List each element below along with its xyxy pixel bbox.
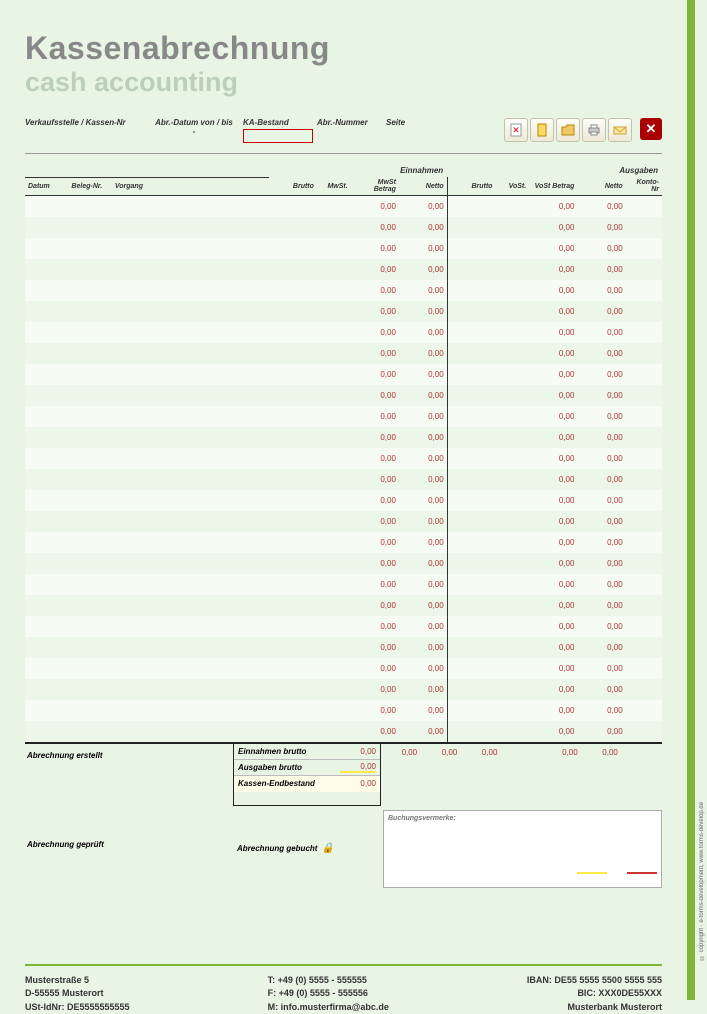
footer-iban: IBAN: DE55 5555 5500 5555 555 bbox=[527, 974, 662, 988]
ka-bestand-input[interactable] bbox=[243, 129, 313, 143]
accounting-table: Einnahmen Ausgaben Datum Beleg-Nr. Vorga… bbox=[25, 164, 662, 742]
geprueft-label: Abrechnung geprüft bbox=[27, 840, 233, 849]
copyright-sidebar: © copyright · e-forms-development, www.f… bbox=[699, 660, 705, 960]
col-konto: Konto-Nr bbox=[626, 177, 662, 196]
table-row[interactable]: 0,000,000,000,00 bbox=[25, 217, 662, 238]
table-row[interactable]: 0,000,000,000,00 bbox=[25, 532, 662, 553]
close-button[interactable]: ✕ bbox=[640, 118, 662, 140]
lock-icon: 🔒 bbox=[321, 843, 333, 854]
underline-yellow bbox=[577, 872, 607, 874]
footer-bic: BIC: XXX0DE55XXX bbox=[527, 987, 662, 1001]
col-beleg: Beleg-Nr. bbox=[68, 177, 111, 196]
table-row[interactable]: 0,000,000,000,00 bbox=[25, 511, 662, 532]
table-row[interactable]: 0,000,000,000,00 bbox=[25, 238, 662, 259]
col-vost-betrag: VoSt Betrag bbox=[529, 177, 577, 196]
table-row[interactable]: 0,000,000,000,00 bbox=[25, 259, 662, 280]
mail-button[interactable] bbox=[608, 118, 632, 142]
table-row[interactable]: 0,000,000,000,00 bbox=[25, 196, 662, 217]
table-row[interactable]: 0,000,000,000,00 bbox=[25, 658, 662, 679]
footer-addr1: Musterstraße 5 bbox=[25, 974, 130, 988]
note-button[interactable] bbox=[530, 118, 554, 142]
endbestand-label: Kassen-Endbestand bbox=[234, 779, 338, 788]
footer: Musterstraße 5 D-55555 Musterort USt-IdN… bbox=[25, 974, 662, 1014]
footer-fax: F: +49 (0) 5555 - 555556 bbox=[268, 987, 389, 1001]
table-row[interactable]: 0,000,000,000,00 bbox=[25, 343, 662, 364]
footer-line bbox=[25, 964, 662, 966]
footer-addr2: D-55555 Musterort bbox=[25, 987, 130, 1001]
sum-netto-in: 0,00 bbox=[421, 744, 461, 806]
footer-mail: M: info.musterfirma@abc.de bbox=[268, 1001, 389, 1014]
accent-bar bbox=[687, 0, 695, 1000]
col-mwst: MwSt. bbox=[317, 177, 351, 196]
table-row[interactable]: 0,000,000,000,00 bbox=[25, 721, 662, 742]
col-mwst-betrag: MwSt Betrag bbox=[351, 177, 399, 196]
sum-netto-out: 0,00 bbox=[582, 744, 622, 806]
ausgaben-brutto-label: Ausgaben brutto bbox=[234, 763, 338, 772]
table-row[interactable]: 0,000,000,000,00 bbox=[25, 637, 662, 658]
table-row[interactable]: 0,000,000,000,00 bbox=[25, 574, 662, 595]
sum-vost-betrag: 0,00 bbox=[542, 744, 582, 806]
nr-label: Abr.-Nummer bbox=[317, 118, 382, 127]
einnahmen-brutto-label: Einnahmen brutto bbox=[234, 747, 338, 756]
col-brutto-in: Brutto bbox=[269, 177, 317, 196]
table-row[interactable]: 0,000,000,000,00 bbox=[25, 616, 662, 637]
ausgaben-brutto-val: 0,00 bbox=[338, 762, 380, 773]
seite-label: Seite bbox=[386, 118, 416, 127]
page-title-de: Kassenabrechnung bbox=[25, 30, 662, 67]
footer-bank: Musterbank Musterort bbox=[527, 1001, 662, 1014]
col-datum: Datum bbox=[25, 177, 68, 196]
col-netto-out: Netto bbox=[577, 177, 625, 196]
endbestand-val: 0,00 bbox=[338, 779, 380, 788]
ka-label: KA-Bestand bbox=[243, 118, 313, 127]
col-vorgang: Vorgang bbox=[112, 177, 269, 196]
table-row[interactable]: 0,000,000,000,00 bbox=[25, 679, 662, 700]
table-row[interactable]: 0,000,000,000,00 bbox=[25, 490, 662, 511]
table-row[interactable]: 0,000,000,000,00 bbox=[25, 385, 662, 406]
einnahmen-brutto-val: 0,00 bbox=[338, 747, 380, 756]
col-group-einnahmen: Einnahmen bbox=[269, 164, 448, 177]
col-netto-in: Netto bbox=[399, 177, 447, 196]
delete-button[interactable]: ✕ bbox=[504, 118, 528, 142]
table-row[interactable]: 0,000,000,000,00 bbox=[25, 301, 662, 322]
date-sep: - bbox=[149, 127, 239, 136]
table-row[interactable]: 0,000,000,000,00 bbox=[25, 280, 662, 301]
footer-tel: T: +49 (0) 5555 - 555555 bbox=[268, 974, 389, 988]
table-row[interactable]: 0,000,000,000,00 bbox=[25, 553, 662, 574]
table-row[interactable]: 0,000,000,000,00 bbox=[25, 364, 662, 385]
table-row[interactable]: 0,000,000,000,00 bbox=[25, 406, 662, 427]
underline-red bbox=[627, 872, 657, 874]
pos-label: Verkaufsstelle / Kassen-Nr bbox=[25, 118, 145, 127]
totals-section: Abrechnung erstellt Einnahmen brutto 0,0… bbox=[25, 742, 662, 806]
print-button[interactable] bbox=[582, 118, 606, 142]
table-row[interactable]: 0,000,000,000,00 bbox=[25, 427, 662, 448]
open-folder-button[interactable] bbox=[556, 118, 580, 142]
table-row[interactable]: 0,000,000,000,00 bbox=[25, 448, 662, 469]
sum-mwst-betrag: 0,00 bbox=[381, 744, 421, 806]
col-group-ausgaben: Ausgaben bbox=[447, 164, 662, 177]
notes-box[interactable]: Buchungsvermerke: bbox=[383, 810, 662, 888]
notes-label: Buchungsvermerke: bbox=[388, 815, 456, 822]
header-row: Verkaufsstelle / Kassen-Nr Abr.-Datum vo… bbox=[25, 118, 662, 150]
col-vost: VoSt. bbox=[495, 177, 529, 196]
erstellt-label: Abrechnung erstellt bbox=[27, 751, 233, 760]
svg-text:✕: ✕ bbox=[512, 125, 520, 135]
toolbar: ✕ ✕ bbox=[504, 118, 662, 142]
footer-addr3: USt-IdNr: DE5555555555 bbox=[25, 1001, 130, 1014]
gebucht-label: Abrechnung gebucht bbox=[237, 844, 317, 853]
table-row[interactable]: 0,000,000,000,00 bbox=[25, 700, 662, 721]
sum-brutto-out: 0,00 bbox=[461, 744, 501, 806]
col-brutto-out: Brutto bbox=[447, 177, 495, 196]
table-row[interactable]: 0,000,000,000,00 bbox=[25, 469, 662, 490]
page-title-en: cash accounting bbox=[25, 67, 662, 98]
table-row[interactable]: 0,000,000,000,00 bbox=[25, 595, 662, 616]
date-label: Abr.-Datum von / bis bbox=[149, 118, 239, 127]
table-row[interactable]: 0,000,000,000,00 bbox=[25, 322, 662, 343]
